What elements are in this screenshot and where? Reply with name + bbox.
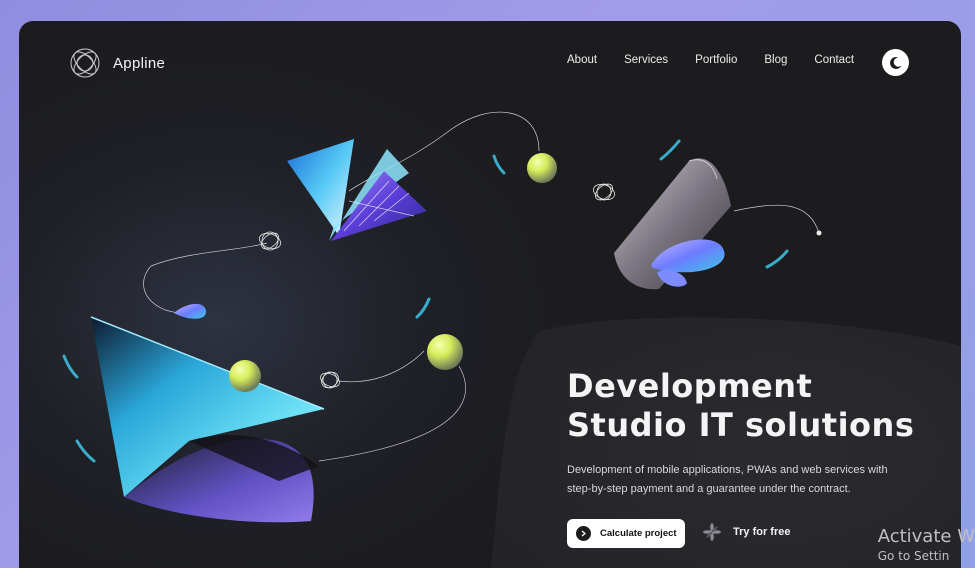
brand-logo[interactable]: Appline — [69, 47, 165, 79]
chevron-right-icon — [576, 526, 591, 541]
nav-link-portfolio[interactable]: Portfolio — [695, 54, 737, 66]
hero-title: Development Studio IT solutions — [567, 367, 914, 445]
brand-name: Appline — [113, 54, 166, 72]
calculate-project-label: Calculate project — [600, 528, 677, 539]
os-activation-watermark: Activate W Go to Settin — [878, 526, 975, 564]
hero-title-line2: Studio IT solutions — [567, 406, 915, 444]
nav-link-services[interactable]: Services — [624, 54, 668, 66]
nav-link-about[interactable]: About — [567, 54, 597, 66]
hero-subtitle-line1: Development of mobile applications, PWAs… — [567, 464, 888, 476]
nav-link-blog[interactable]: Blog — [764, 54, 787, 66]
hero-subtitle: Development of mobile applications, PWAs… — [567, 461, 907, 499]
theme-toggle-button[interactable] — [882, 49, 909, 76]
try-for-free-label: Try for free — [733, 526, 791, 538]
calculate-project-button[interactable]: Calculate project — [567, 519, 685, 548]
hero-subtitle-line2: step-by-step payment and a guarantee und… — [567, 483, 851, 495]
try-for-free-button[interactable]: Try for free — [703, 523, 790, 541]
main-nav: About Services Portfolio Blog Contact — [567, 54, 881, 66]
hero-title-line1: Development — [567, 367, 813, 405]
watermark-line2: Go to Settin — [877, 549, 950, 563]
moon-icon — [889, 56, 901, 69]
nav-link-contact[interactable]: Contact — [814, 54, 854, 66]
sparkle-icon — [703, 523, 721, 541]
orbit-logo-icon — [70, 48, 100, 78]
watermark-line1: Activate W — [877, 526, 975, 547]
landing-page-frame: Appline About Services Portfolio Blog Co… — [19, 21, 961, 568]
